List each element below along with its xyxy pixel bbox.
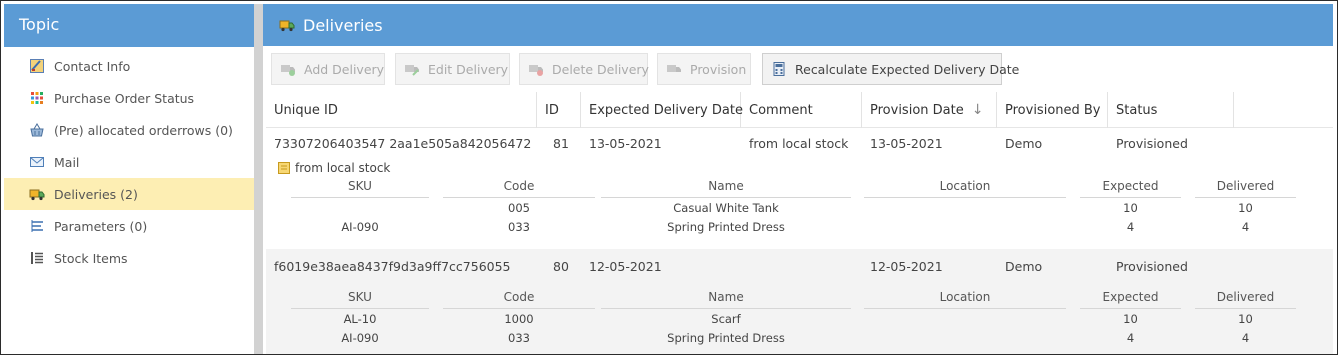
truck-icon	[29, 186, 45, 202]
provision-icon	[666, 61, 682, 77]
sidebar-item-label: Deliveries (2)	[54, 186, 138, 202]
list-item: AI-090 033 Spring Printed Dress 4 4	[341, 330, 1250, 345]
cell-unique-id: f6019e38aea8437f9d3a9ff7cc756055	[274, 258, 511, 274]
delivery-record: f6019e38aea8437f9d3a9ff7cc756055 80 12-0…	[266, 249, 1333, 354]
recalculate-expected-date-button[interactable]: Recalculate Expected Delivery Date	[762, 53, 1019, 85]
sort-descending-icon: ↓	[971, 102, 984, 118]
cell-unique-id: 73307206403547 2aa1e505a842056472	[274, 135, 532, 151]
list-item: AI-090 033 Spring Printed Dress 4 4	[341, 219, 1250, 234]
sidebar-item-label: Stock Items	[54, 250, 128, 266]
grid-header: Unique ID ID Expected Delivery Date Comm…	[266, 92, 1333, 128]
cell-expected-date: 12-05-2021	[589, 258, 662, 274]
delivery-record: 73307206403547 2aa1e505a842056472 81 13-…	[266, 128, 1333, 249]
sidebar-title: Topic	[4, 4, 254, 47]
cell-id: 80	[553, 258, 569, 274]
sidebar-item-label: Purchase Order Status	[54, 90, 195, 106]
list-item: 005 Casual White Tank 10 10	[508, 200, 1253, 215]
items-col-name: Name	[601, 174, 851, 198]
topic-sidebar: Topic Contact Info Purchase Order Status…	[4, 4, 254, 354]
sidebar-item-label: Parameters (0)	[54, 218, 148, 234]
truck-icon	[279, 17, 295, 33]
sidebar-item-label: (Pre) allocated orderrows (0)	[54, 122, 233, 138]
sidebar-item-allocated-orderrows[interactable]: (Pre) allocated orderrows (0)	[4, 114, 254, 146]
column-header-comment[interactable]: Comment	[741, 92, 862, 128]
items-col-location: Location	[864, 285, 1066, 309]
sidebar-item-label: Contact Info	[54, 58, 131, 74]
cell-provision-date: 12-05-2021	[870, 258, 943, 274]
deliveries-panel: Deliveries Add Delivery Edit Delivery De…	[263, 4, 1333, 354]
cell-status: Provisioned	[1116, 135, 1188, 151]
delivery-items-table: SKU Code Name Location Expected Delivere…	[291, 174, 1301, 236]
topic-list: Contact Info Purchase Order Status (Pre)…	[4, 47, 254, 274]
items-header: SKU Code Name Location Expected Delivere…	[291, 285, 1301, 309]
column-header-status[interactable]: Status	[1108, 92, 1234, 128]
delete-delivery-button[interactable]: Delete Delivery	[519, 53, 649, 85]
calculator-icon	[771, 61, 787, 77]
add-delivery-icon	[280, 61, 296, 77]
detail-comment: from local stock	[278, 161, 390, 175]
items-col-sku: SKU	[291, 285, 429, 309]
cell-expected-date: 13-05-2021	[589, 135, 662, 151]
sidebar-item-stock-items[interactable]: Stock Items	[4, 242, 254, 274]
parameters-list-icon	[29, 218, 45, 234]
items-col-delivered: Delivered	[1195, 174, 1296, 198]
panel-title: Deliveries	[303, 15, 383, 35]
sidebar-item-label: Mail	[54, 154, 80, 170]
stock-list-icon	[29, 250, 45, 266]
edit-delivery-button[interactable]: Edit Delivery	[395, 53, 510, 85]
envelope-icon	[29, 154, 45, 170]
note-icon	[278, 162, 290, 174]
items-col-delivered: Delivered	[1195, 285, 1296, 309]
items-col-expected: Expected	[1080, 285, 1181, 309]
cell-id: 81	[553, 135, 569, 151]
sidebar-item-contact-info[interactable]: Contact Info	[4, 50, 254, 82]
column-header-unique-id[interactable]: Unique ID	[266, 92, 537, 128]
sidebar-item-deliveries[interactable]: Deliveries (2)	[4, 178, 254, 210]
delivery-detail: SKU Code Name Location Expected Delivere…	[266, 279, 1333, 349]
column-header-provisioned-by[interactable]: Provisioned By	[997, 92, 1108, 128]
items-col-code: Code	[443, 174, 595, 198]
cell-provision-date: 13-05-2021	[870, 135, 943, 151]
panel-header: Deliveries	[263, 4, 1333, 46]
table-row[interactable]: f6019e38aea8437f9d3a9ff7cc756055 80 12-0…	[266, 251, 1333, 281]
cell-provisioned-by: Demo	[1005, 135, 1043, 151]
window-frame: Topic Contact Info Purchase Order Status…	[0, 0, 1338, 355]
items-col-name: Name	[601, 285, 851, 309]
deliveries-grid: Unique ID ID Expected Delivery Date Comm…	[266, 92, 1333, 354]
provision-button[interactable]: Provision	[657, 53, 751, 85]
items-header: SKU Code Name Location Expected Delivere…	[291, 174, 1301, 198]
basket-icon	[29, 122, 45, 138]
cell-comment	[741, 251, 749, 281]
panel-divider[interactable]	[254, 4, 263, 354]
dots-grid-icon	[29, 90, 45, 106]
cell-status: Provisioned	[1116, 258, 1188, 274]
edit-delivery-icon	[404, 61, 420, 77]
table-row[interactable]: 73307206403547 2aa1e505a842056472 81 13-…	[266, 128, 1333, 158]
delivery-items-table: SKU Code Name Location Expected Delivere…	[291, 285, 1301, 347]
contact-card-icon	[29, 58, 45, 74]
cell-comment: from local stock	[749, 135, 849, 151]
column-header-provision-date[interactable]: Provision Date ↓	[862, 92, 997, 128]
column-header-expected-delivery-date[interactable]: Expected Delivery Date	[581, 92, 743, 128]
items-col-code: Code	[443, 285, 595, 309]
add-delivery-button[interactable]: Add Delivery	[271, 53, 385, 85]
sidebar-item-purchase-order-status[interactable]: Purchase Order Status	[4, 82, 254, 114]
items-col-location: Location	[864, 174, 1066, 198]
delivery-detail: from local stock SKU Code Name Location …	[266, 158, 1333, 249]
column-header-id[interactable]: ID	[537, 92, 581, 128]
items-col-expected: Expected	[1080, 174, 1181, 198]
delete-delivery-icon	[528, 61, 544, 77]
cell-provisioned-by: Demo	[1005, 258, 1043, 274]
sidebar-item-parameters[interactable]: Parameters (0)	[4, 210, 254, 242]
items-col-sku: SKU	[291, 174, 429, 198]
list-item: AL-10 1000 Scarf 10 10	[343, 311, 1253, 326]
sidebar-item-mail[interactable]: Mail	[4, 146, 254, 178]
